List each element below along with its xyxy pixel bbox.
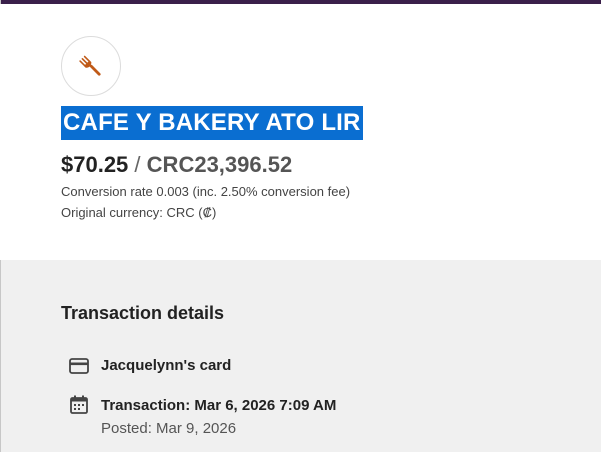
transaction-details-panel bbox=[1, 260, 601, 452]
amount-separator: / bbox=[134, 152, 141, 177]
calendar-icon bbox=[69, 394, 89, 414]
transaction-details-heading: Transaction details bbox=[61, 303, 225, 323]
amount-original-currency: CRC23,396.52 bbox=[146, 152, 293, 177]
transaction-date: Transaction: Mar 6, 2026 7:09 AM bbox=[101, 397, 337, 414]
card-name: Jacquelynn's card bbox=[101, 357, 232, 374]
amount-usd: $70.25 bbox=[61, 152, 129, 177]
conversion-rate-text: Conversion rate 0.003 (inc. 2.50% conver… bbox=[61, 184, 351, 199]
original-currency-text: Original currency: CRC (₡) bbox=[61, 205, 217, 220]
merchant-name: CAFE Y BAKERY ATO LIR bbox=[61, 106, 363, 140]
posted-date: Posted: Mar 9, 2026 bbox=[101, 420, 237, 437]
fork-icon bbox=[79, 55, 101, 76]
amount-line: $70.25 / CRC23,396.52 bbox=[61, 150, 292, 180]
merchant-category-badge bbox=[61, 36, 121, 96]
credit-card-icon bbox=[69, 356, 89, 376]
